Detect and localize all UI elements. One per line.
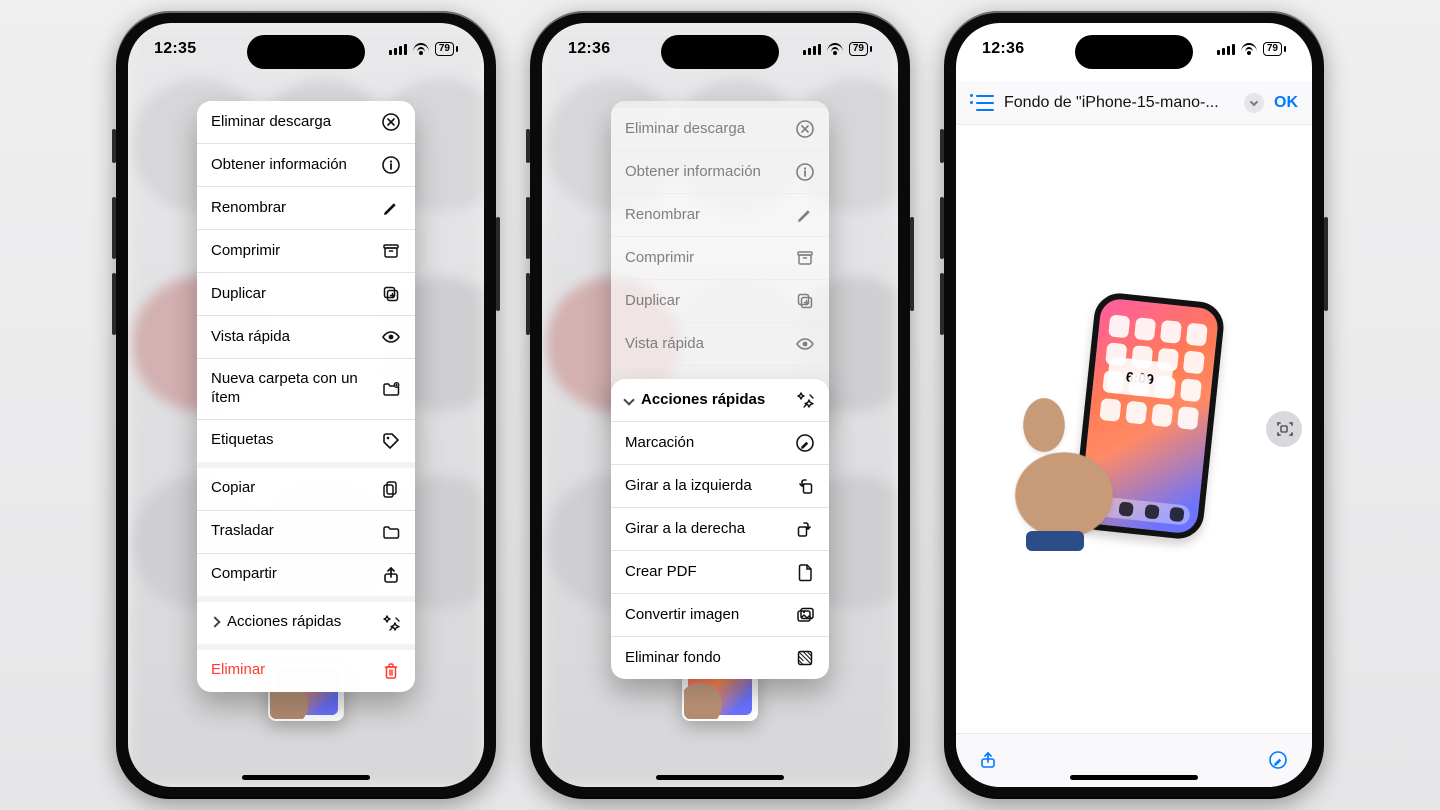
eye-icon xyxy=(381,327,401,347)
menu-item-new-folder[interactable]: Nueva carpeta con un ítem xyxy=(197,358,415,419)
tag-icon xyxy=(381,431,401,451)
cutout-result: 6:09 xyxy=(1004,305,1224,545)
menu-item-rename[interactable]: Renombrar xyxy=(197,186,415,229)
submenu-item-remove-background[interactable]: Eliminar fondo xyxy=(611,636,829,679)
phone-frame-1: 12:35 79 Eliminar descarga Obtener infor… xyxy=(116,11,496,799)
list-icon[interactable] xyxy=(970,93,994,113)
submenu-item-rotate-left[interactable]: Girar a la izquierda xyxy=(611,464,829,507)
menu-item-quicklook[interactable]: Vista rápida xyxy=(197,315,415,358)
context-menu: Eliminar descarga Obtener información Re… xyxy=(197,101,415,692)
submenu-item-rotate-right[interactable]: Girar a la derecha xyxy=(611,507,829,550)
title-menu-chevron[interactable] xyxy=(1244,93,1264,113)
submenu-item-convert-image[interactable]: Convertir imagen xyxy=(611,593,829,636)
trash-icon xyxy=(381,661,401,681)
menu-group-1: Eliminar descarga Obtener información Re… xyxy=(197,101,415,462)
phone-frame-2: 12:36 79 Eliminar descarga Obtener infor… xyxy=(530,11,910,799)
sparkle-icon xyxy=(795,390,815,410)
dynamic-island xyxy=(247,35,365,69)
menu-group-4: Eliminar xyxy=(197,644,415,692)
chevron-right-icon xyxy=(209,616,220,627)
dynamic-island xyxy=(661,35,779,69)
wifi-icon xyxy=(827,43,843,55)
wifi-icon xyxy=(413,43,429,55)
quick-actions-submenu: Acciones rápidas Marcación Girar a la iz… xyxy=(611,379,829,679)
share-button[interactable] xyxy=(978,750,1000,772)
done-button[interactable]: OK xyxy=(1274,94,1298,112)
menu-item-delete[interactable]: Eliminar xyxy=(197,650,415,692)
image-stack-icon xyxy=(795,605,815,625)
pencil-icon xyxy=(381,198,401,218)
menu-item-tags[interactable]: Etiquetas xyxy=(197,419,415,462)
phone-frame-3: 12:36 79 Fondo de "iPhone-15-mano-... OK… xyxy=(944,11,1324,799)
markup-button[interactable] xyxy=(1268,750,1290,772)
watch-band-graphic xyxy=(1026,531,1084,551)
menu-item-compress[interactable]: Comprimir xyxy=(197,229,415,272)
submenu-header[interactable]: Acciones rápidas xyxy=(611,379,829,421)
folder-icon xyxy=(381,522,401,542)
submenu-item-markup[interactable]: Marcación xyxy=(611,421,829,464)
menu-item-move[interactable]: Trasladar xyxy=(197,510,415,553)
cellular-icon xyxy=(389,44,407,55)
menu-item-quick-actions[interactable]: Acciones rápidas xyxy=(197,602,415,644)
battery-indicator: 79 xyxy=(1263,42,1286,56)
status-time: 12:35 xyxy=(154,40,196,58)
status-time: 12:36 xyxy=(568,40,610,58)
menu-group-2: Copiar Trasladar Compartir xyxy=(197,462,415,596)
battery-indicator: 79 xyxy=(849,42,872,56)
copy-icon xyxy=(381,479,401,499)
sparkle-icon xyxy=(381,613,401,633)
share-icon xyxy=(381,565,401,585)
rotate-right-icon xyxy=(795,519,815,539)
submenu-item-create-pdf[interactable]: Crear PDF xyxy=(611,550,829,593)
context-menu-background: Eliminar descarga Obtener información Re… xyxy=(611,101,829,408)
menu-item-copy[interactable]: Copiar xyxy=(197,468,415,510)
dynamic-island xyxy=(1075,35,1193,69)
wifi-icon xyxy=(1241,43,1257,55)
markup-icon xyxy=(795,433,815,453)
status-time: 12:36 xyxy=(982,40,1024,58)
xcircle-icon xyxy=(381,112,401,132)
preview-canvas[interactable]: 6:09 xyxy=(956,125,1312,733)
folderplus-icon xyxy=(381,379,401,399)
menu-item-get-info[interactable]: Obtener información xyxy=(197,143,415,186)
menu-group-3: Acciones rápidas xyxy=(197,596,415,644)
remove-bg-icon xyxy=(795,648,815,668)
hand-graphic xyxy=(1004,355,1154,545)
info-icon xyxy=(381,155,401,175)
cellular-icon xyxy=(1217,44,1235,55)
menu-item-share[interactable]: Compartir xyxy=(197,553,415,596)
document-title: Fondo de "iPhone-15-mano-... xyxy=(1004,94,1234,112)
document-icon xyxy=(795,562,815,582)
duplicate-icon xyxy=(381,284,401,304)
archive-icon xyxy=(381,241,401,261)
cellular-icon xyxy=(803,44,821,55)
menu-item-remove-download[interactable]: Eliminar descarga xyxy=(197,101,415,143)
chevron-down-icon xyxy=(623,394,634,405)
battery-indicator: 79 xyxy=(435,42,458,56)
menu-item-duplicate[interactable]: Duplicar xyxy=(197,272,415,315)
visual-lookup-button[interactable] xyxy=(1266,411,1302,447)
home-indicator[interactable] xyxy=(242,775,370,780)
home-indicator[interactable] xyxy=(1070,775,1198,780)
nav-bar: Fondo de "iPhone-15-mano-... OK xyxy=(956,81,1312,125)
home-indicator[interactable] xyxy=(656,775,784,780)
rotate-left-icon xyxy=(795,476,815,496)
